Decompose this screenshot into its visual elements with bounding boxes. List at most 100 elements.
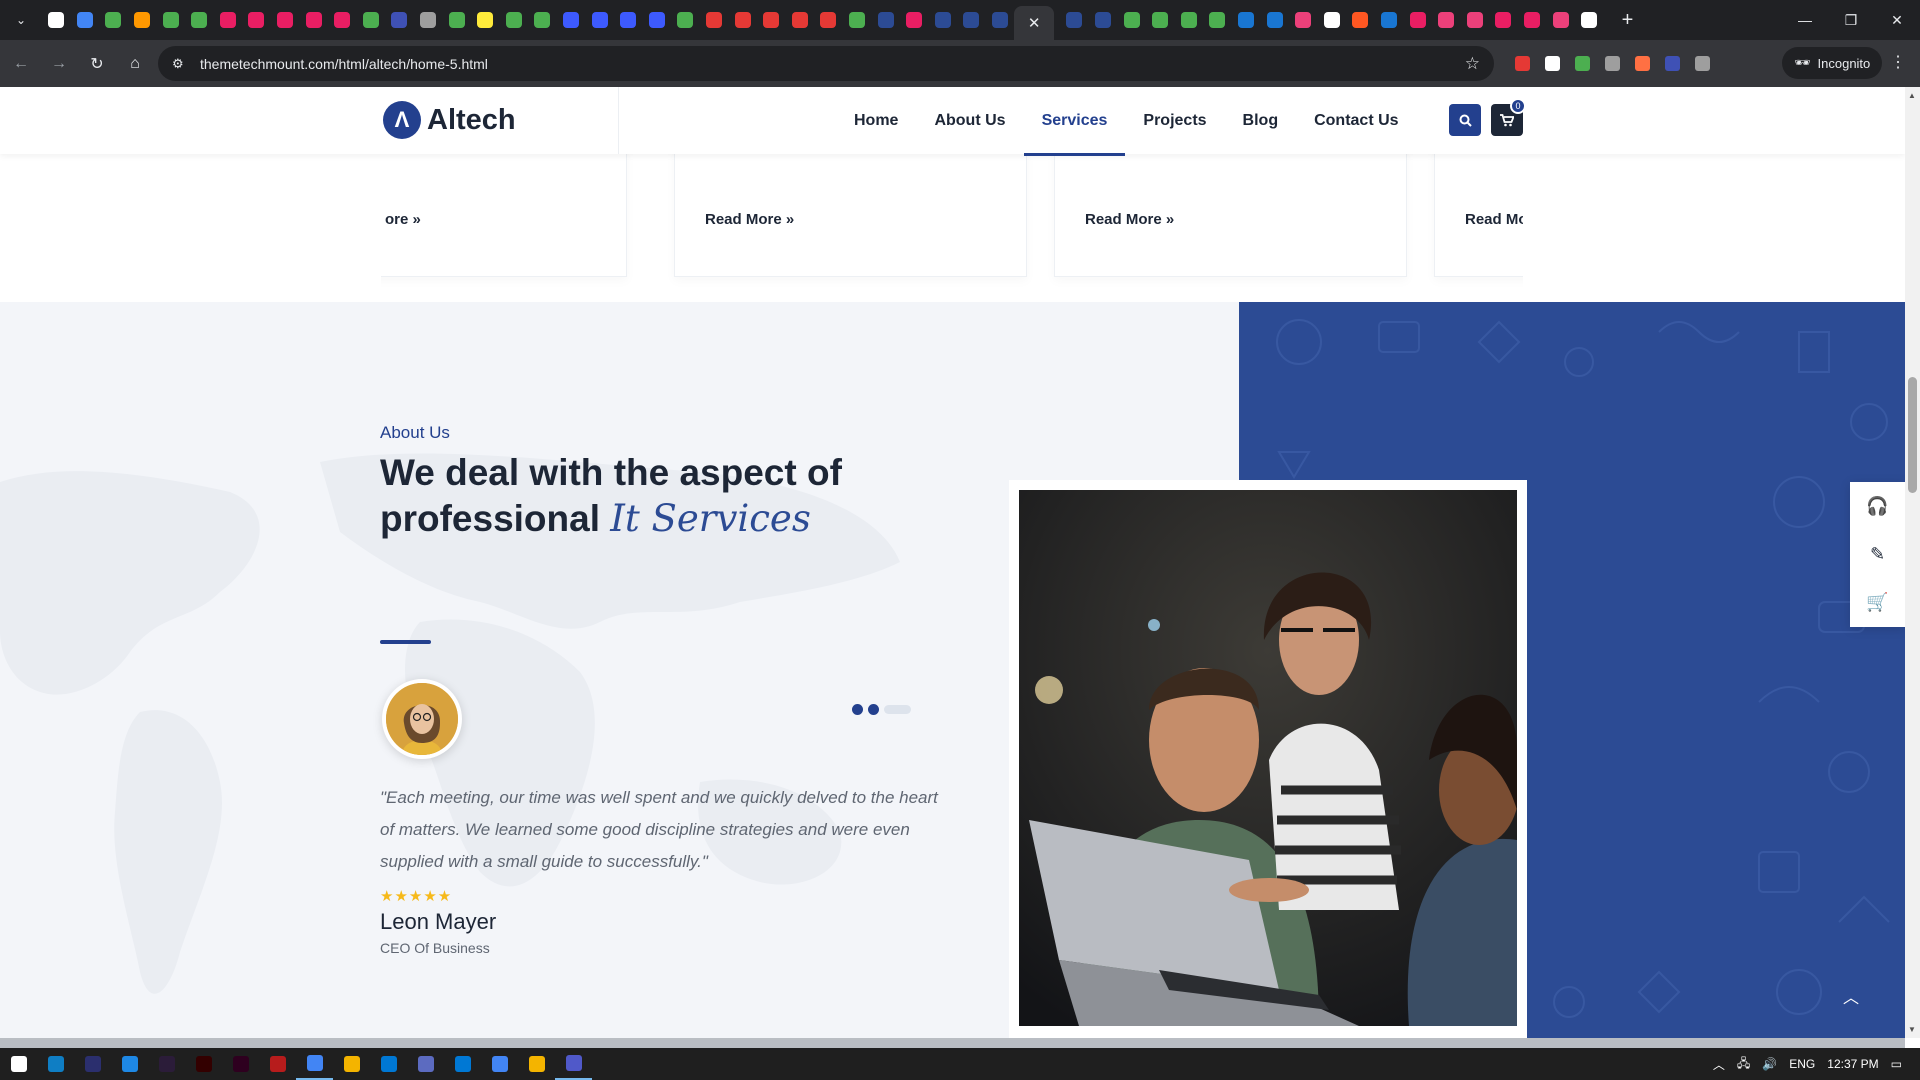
browser-tab[interactable] [585, 5, 614, 35]
browser-tab[interactable] [1060, 5, 1089, 35]
extension-icon[interactable] [1630, 48, 1654, 78]
browser-tab[interactable] [957, 5, 986, 35]
browser-tab[interactable] [614, 5, 643, 35]
back-icon[interactable]: ← [4, 47, 38, 81]
extension-icon[interactable] [1660, 48, 1684, 78]
browser-tab[interactable] [1346, 5, 1375, 35]
start-button-icon[interactable] [0, 1048, 37, 1080]
taskbar-app-icon[interactable] [518, 1048, 555, 1080]
browser-tab[interactable] [1175, 5, 1204, 35]
taskbar-app-icon[interactable] [407, 1048, 444, 1080]
browser-tab[interactable] [471, 5, 500, 35]
vertical-scrollbar[interactable]: ▲ ▼ [1905, 87, 1920, 1038]
extension-icon[interactable] [1570, 48, 1594, 78]
browser-tab[interactable] [1089, 5, 1118, 35]
browser-tab[interactable] [1318, 5, 1347, 35]
browser-tab[interactable] [242, 5, 271, 35]
restore-icon[interactable]: ❐ [1828, 0, 1874, 40]
site-info-icon[interactable]: ⚙ [172, 56, 190, 72]
volume-icon[interactable]: 🔊 [1762, 1057, 1777, 1071]
browser-tab[interactable] [1260, 5, 1289, 35]
extension-icon[interactable] [1600, 48, 1624, 78]
browser-tab[interactable] [557, 5, 586, 35]
site-logo[interactable]: Λ Altech [383, 101, 516, 139]
browser-tab[interactable] [814, 5, 843, 35]
browser-tab[interactable] [299, 5, 328, 35]
taskbar-app-icon[interactable] [259, 1048, 296, 1080]
url-text[interactable]: themetechmount.com/html/altech/home-5.ht… [200, 56, 488, 72]
browser-tab[interactable] [1461, 5, 1490, 35]
browser-tab[interactable] [1375, 5, 1404, 35]
browser-tab[interactable] [1232, 5, 1261, 35]
nav-contact-us[interactable]: Contact Us [1296, 87, 1416, 154]
nav-services[interactable]: Services [1023, 87, 1126, 156]
minimize-icon[interactable]: — [1782, 0, 1828, 40]
new-tab-button[interactable]: + [1613, 9, 1641, 32]
taskbar-app-icon[interactable] [74, 1048, 111, 1080]
scroll-down-arrow-icon[interactable]: ▼ [1908, 1025, 1916, 1034]
browser-tab[interactable] [185, 5, 214, 35]
browser-tab[interactable] [214, 5, 243, 35]
taskbar-app-icon[interactable] [333, 1048, 370, 1080]
browser-tab[interactable] [728, 5, 757, 35]
notifications-icon[interactable]: ▭ [1891, 1057, 1902, 1071]
browser-tab[interactable] [871, 5, 900, 35]
browser-tab[interactable] [1575, 5, 1604, 35]
home-icon[interactable]: ⌂ [118, 47, 152, 81]
browser-tab[interactable] [843, 5, 872, 35]
show-hidden-icons-icon[interactable]: ︿ [1713, 1056, 1725, 1073]
browser-tab[interactable] [1146, 5, 1175, 35]
browser-tab[interactable] [328, 5, 357, 35]
pagination-dot[interactable] [868, 704, 879, 715]
nav-projects[interactable]: Projects [1125, 87, 1224, 154]
taskbar-app-icon[interactable] [481, 1048, 518, 1080]
scroll-up-arrow-icon[interactable]: ▲ [1908, 91, 1916, 100]
browser-tab[interactable] [757, 5, 786, 35]
browser-tab[interactable] [1546, 5, 1575, 35]
browser-tab[interactable] [71, 5, 100, 35]
back-to-top-button[interactable]: ︿ [1830, 975, 1872, 1017]
browser-tab[interactable] [385, 5, 414, 35]
browser-tab[interactable] [357, 5, 386, 35]
bookmark-star-icon[interactable]: ☆ [1465, 54, 1480, 74]
browser-tab[interactable] [1289, 5, 1318, 35]
taskbar-app-icon[interactable] [37, 1048, 74, 1080]
incognito-badge[interactable]: 🕶 Incognito [1782, 47, 1883, 79]
nav-blog[interactable]: Blog [1225, 87, 1297, 154]
language-indicator[interactable]: ENG [1789, 1057, 1815, 1071]
browser-tab[interactable] [500, 5, 529, 35]
horizontal-scrollbar[interactable] [0, 1038, 1905, 1048]
browser-tab[interactable] [99, 5, 128, 35]
shopping-cart-icon[interactable]: 🛒 [1866, 592, 1888, 613]
browser-tab[interactable] [671, 5, 700, 35]
browser-tab[interactable] [271, 5, 300, 35]
pagination-dot[interactable] [852, 704, 863, 715]
browser-tab[interactable] [900, 5, 929, 35]
network-icon[interactable]: 🖧 [1737, 1054, 1750, 1075]
browser-tab[interactable] [414, 5, 443, 35]
browser-tab[interactable] [528, 5, 557, 35]
read-more-link[interactable]: Read More » [705, 211, 794, 228]
extension-icon[interactable] [1690, 48, 1714, 78]
support-headset-icon[interactable]: 🎧 [1866, 496, 1888, 517]
scrollbar-thumb[interactable] [1908, 377, 1917, 493]
browser-tab[interactable] [785, 5, 814, 35]
pencil-icon[interactable]: ✎ [1870, 544, 1885, 565]
forward-icon[interactable]: → [42, 47, 76, 81]
browser-tab[interactable] [128, 5, 157, 35]
browser-tab[interactable] [700, 5, 729, 35]
browser-menu-icon[interactable]: ⋮ [1890, 52, 1906, 72]
close-window-icon[interactable]: ✕ [1874, 0, 1920, 40]
read-more-link[interactable]: Read More » [1085, 211, 1174, 228]
reload-icon[interactable]: ↻ [80, 47, 114, 81]
browser-tab[interactable] [156, 5, 185, 35]
taskbar-app-icon[interactable] [555, 1048, 592, 1080]
browser-tab[interactable] [42, 5, 71, 35]
close-tab-icon[interactable]: ✕ [1028, 14, 1041, 32]
browser-tab[interactable] [1117, 5, 1146, 35]
browser-tab[interactable] [442, 5, 471, 35]
tab-search-chevron-icon[interactable]: ⌄ [6, 5, 36, 35]
browser-tab[interactable] [1203, 5, 1232, 35]
extension-icon[interactable] [1510, 48, 1534, 78]
search-button[interactable] [1449, 104, 1481, 136]
